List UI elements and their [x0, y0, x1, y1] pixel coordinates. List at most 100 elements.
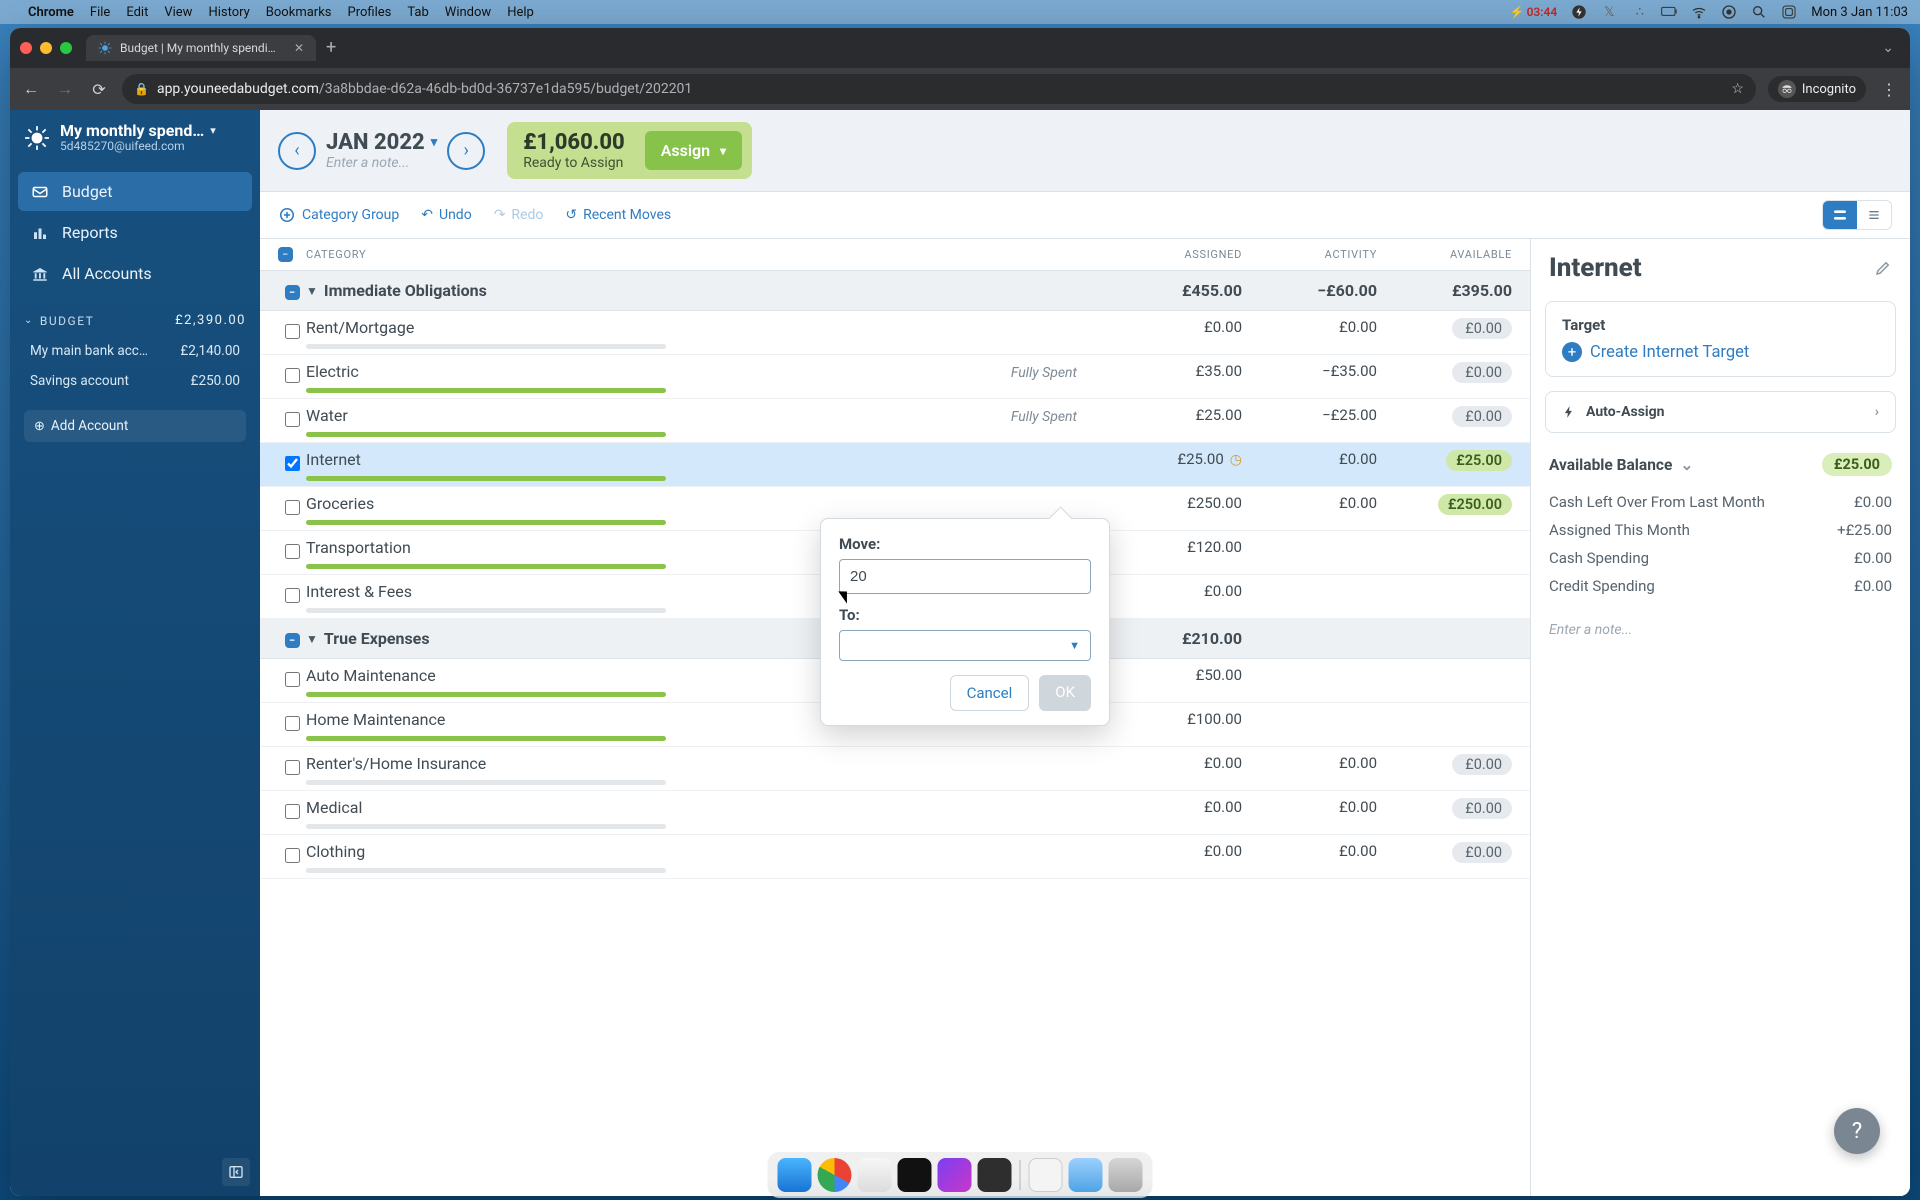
turbo-icon[interactable]: [1571, 4, 1587, 20]
assigned-cell[interactable]: £0.00: [1107, 754, 1242, 772]
ok-button[interactable]: OK: [1039, 675, 1091, 711]
wifi-icon[interactable]: [1691, 4, 1707, 20]
category-row[interactable]: Internet£25.00◷£0.00£25.00: [260, 443, 1530, 487]
add-category-group-button[interactable]: Category Group: [278, 206, 399, 224]
address-bar[interactable]: 🔒 app.youneedabudget.com/3a8bbdae-d62a-4…: [122, 74, 1756, 104]
prev-month-button[interactable]: ‹: [278, 132, 316, 170]
month-note-input[interactable]: Enter a note...: [326, 155, 437, 171]
row-checkbox[interactable]: [278, 582, 306, 606]
create-target-link[interactable]: + Create Internet Target: [1562, 342, 1879, 362]
sidebar-section-budget[interactable]: ⌄BUDGET £2,390.00: [24, 313, 246, 328]
progress-view-icon[interactable]: [1823, 201, 1857, 229]
move-amount-input[interactable]: [839, 559, 1091, 594]
row-checkbox[interactable]: [278, 538, 306, 562]
available-balance-toggle[interactable]: Available Balance⌄ £25.00: [1547, 447, 1894, 482]
available-cell[interactable]: £0.00: [1377, 798, 1512, 819]
row-checkbox[interactable]: [278, 450, 306, 474]
assign-button[interactable]: Assign ▾: [645, 131, 742, 170]
chrome-menu-icon[interactable]: ⋮: [1878, 80, 1900, 99]
category-row[interactable]: WaterFully Spent£25.00−£25.00£0.00: [260, 399, 1530, 443]
cancel-button[interactable]: Cancel: [950, 675, 1030, 711]
inspector-note-input[interactable]: Enter a note...: [1549, 622, 1892, 638]
window-controls[interactable]: [20, 42, 72, 54]
available-cell[interactable]: £0.00: [1377, 318, 1512, 339]
assigned-cell[interactable]: £0.00: [1107, 798, 1242, 816]
auto-assign-button[interactable]: Auto-Assign ›: [1545, 391, 1896, 433]
display-icon[interactable]: [1661, 4, 1677, 20]
new-tab-button[interactable]: +: [326, 39, 336, 57]
row-checkbox[interactable]: [278, 318, 306, 342]
category-row[interactable]: Clothing£0.00£0.00£0.00: [260, 835, 1530, 879]
redo-button[interactable]: ↷Redo: [494, 207, 544, 223]
assigned-cell[interactable]: £25.00◷: [1107, 450, 1242, 468]
assigned-cell[interactable]: £120.00: [1107, 538, 1242, 556]
minimize-window-icon[interactable]: [40, 42, 52, 54]
control-center-icon[interactable]: [1721, 4, 1737, 20]
available-cell[interactable]: £0.00: [1377, 842, 1512, 863]
row-checkbox[interactable]: [278, 494, 306, 518]
category-row[interactable]: Rent/Mortgage£0.00£0.00£0.00: [260, 311, 1530, 355]
dots-icon[interactable]: ∴: [1631, 4, 1647, 20]
assigned-cell[interactable]: £0.00: [1107, 582, 1242, 600]
budget-table[interactable]: −▼Immediate Obligations£455.00−£60.00£39…: [260, 271, 1530, 1196]
back-button[interactable]: ←: [20, 79, 42, 99]
close-window-icon[interactable]: [20, 42, 32, 54]
fullscreen-window-icon[interactable]: [60, 42, 72, 54]
assigned-cell[interactable]: £35.00: [1107, 362, 1242, 380]
mac-clock[interactable]: Mon 3 Jan 11:03: [1811, 5, 1908, 20]
mac-menu-window[interactable]: Window: [445, 5, 491, 20]
available-cell[interactable]: £250.00: [1377, 494, 1512, 515]
assigned-cell[interactable]: £250.00: [1107, 494, 1242, 512]
available-pill[interactable]: £0.00: [1452, 406, 1512, 427]
dock-chrome-icon[interactable]: [818, 1158, 852, 1192]
available-pill[interactable]: £250.00: [1438, 494, 1512, 515]
next-month-button[interactable]: ›: [447, 132, 485, 170]
bookmark-icon[interactable]: ☆: [1731, 81, 1744, 97]
forward-button[interactable]: →: [54, 79, 76, 99]
mac-menu-profiles[interactable]: Profiles: [348, 5, 392, 20]
mac-menu-bookmarks[interactable]: Bookmarks: [266, 5, 332, 20]
mac-menu-view[interactable]: View: [164, 5, 192, 20]
mac-menu-history[interactable]: History: [208, 5, 249, 20]
collapse-sidebar-button[interactable]: [222, 1158, 250, 1186]
list-view-icon[interactable]: [1857, 201, 1891, 229]
mac-menu-help[interactable]: Help: [507, 5, 534, 20]
add-account-button[interactable]: ⊕ Add Account: [24, 410, 246, 442]
available-cell[interactable]: £25.00: [1377, 450, 1512, 471]
available-pill[interactable]: £0.00: [1452, 754, 1512, 775]
dock-terminal-icon[interactable]: [898, 1158, 932, 1192]
available-pill[interactable]: £0.00: [1452, 318, 1512, 339]
browser-tab[interactable]: Budget | My monthly spending ✕: [86, 35, 316, 61]
mac-menu-tab[interactable]: Tab: [407, 5, 428, 20]
mac-app-name[interactable]: Chrome: [28, 5, 74, 20]
dock-app-icon[interactable]: [938, 1158, 972, 1192]
available-cell[interactable]: £0.00: [1377, 754, 1512, 775]
row-checkbox[interactable]: [278, 842, 306, 866]
sidebar-item-all-accounts[interactable]: All Accounts: [18, 254, 252, 293]
dock-textedit-icon[interactable]: [1029, 1158, 1063, 1192]
row-checkbox[interactable]: [278, 798, 306, 822]
assigned-cell[interactable]: £0.00: [1107, 842, 1242, 860]
undo-button[interactable]: ↶Undo: [421, 207, 471, 223]
available-pill[interactable]: £0.00: [1452, 798, 1512, 819]
view-toggle[interactable]: [1822, 200, 1892, 230]
recent-moves-button[interactable]: ↺Recent Moves: [565, 207, 671, 223]
edit-icon[interactable]: [1874, 259, 1892, 277]
mac-menu-file[interactable]: File: [90, 5, 110, 20]
spotlight-icon[interactable]: [1751, 4, 1767, 20]
battery-icon[interactable]: ⚡03:44: [1510, 5, 1558, 19]
row-checkbox[interactable]: [278, 362, 306, 386]
dock-finder-icon[interactable]: [778, 1158, 812, 1192]
help-button[interactable]: ?: [1834, 1108, 1880, 1154]
sidebar-item-budget[interactable]: Budget: [18, 172, 252, 211]
siri-icon[interactable]: [1781, 4, 1797, 20]
assigned-cell[interactable]: £25.00: [1107, 406, 1242, 424]
select-all-checkbox[interactable]: −: [278, 247, 306, 262]
category-row[interactable]: ElectricFully Spent£35.00−£35.00£0.00: [260, 355, 1530, 399]
sidebar-account-row[interactable]: My main bank acc… £2,140.00: [24, 336, 246, 366]
assigned-cell[interactable]: £50.00: [1107, 666, 1242, 684]
category-row[interactable]: Renter's/Home Insurance£0.00£0.00£0.00: [260, 747, 1530, 791]
tab-close-icon[interactable]: ✕: [294, 41, 304, 55]
row-checkbox[interactable]: [278, 666, 306, 690]
dock-trash-icon[interactable]: [1109, 1158, 1143, 1192]
